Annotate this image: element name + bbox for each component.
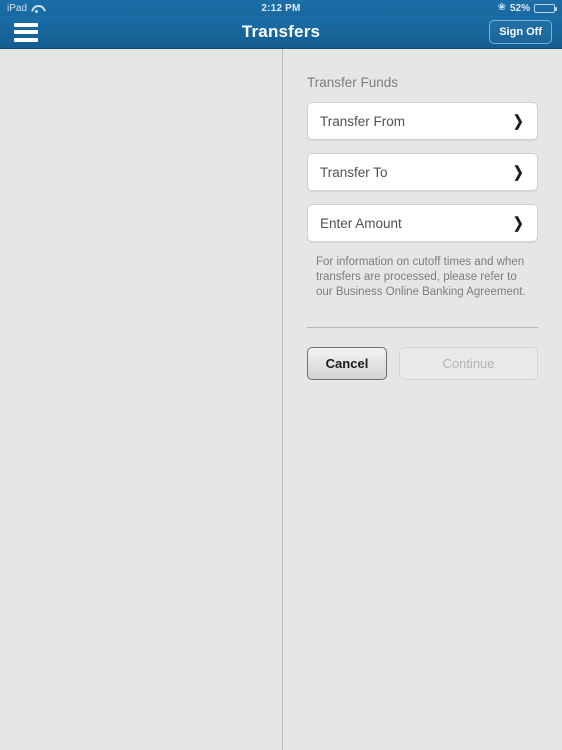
battery-icon [534,3,557,13]
cancel-button[interactable]: Cancel [307,347,387,380]
continue-button: Continue [399,347,538,380]
transfer-from-field[interactable]: Transfer From ❯ [307,102,538,140]
transfer-to-label: Transfer To [320,164,388,180]
section-title: Transfer Funds [307,75,399,90]
enter-amount-label: Enter Amount [320,215,402,231]
status-bar: iPad 2:12 PM ❀ 52% [0,0,562,16]
transfer-form-pane: Transfer Funds Transfer From ❯ Transfer … [283,49,562,750]
action-button-row: Cancel Continue [307,347,538,380]
status-bar-right: ❀ 52% [497,2,557,14]
page-title: Transfers [241,22,321,41]
sign-off-button[interactable]: Sign Off [489,20,552,44]
section-divider [307,327,538,328]
navigation-bar: Transfers Sign Off [0,16,562,49]
left-empty-pane [0,49,283,750]
hamburger-menu-icon[interactable] [14,22,38,42]
enter-amount-field[interactable]: Enter Amount ❯ [307,204,538,242]
status-bar-clock: 2:12 PM [261,2,301,14]
chevron-right-icon: ❯ [513,214,525,232]
cutoff-info-text: For information on cutoff times and when… [316,256,526,298]
transfer-from-label: Transfer From [320,113,406,129]
bluetooth-icon: ❀ [497,2,506,13]
battery-percent-label: 52% [509,2,530,14]
chevron-right-icon: ❯ [513,112,525,130]
transfer-to-field[interactable]: Transfer To ❯ [307,153,538,191]
content-area: Transfer Funds Transfer From ❯ Transfer … [0,49,562,750]
chevron-right-icon: ❯ [513,163,525,181]
ipad-screen: iPad 2:12 PM ❀ 52% Transfers Sign Off Tr… [0,0,562,750]
